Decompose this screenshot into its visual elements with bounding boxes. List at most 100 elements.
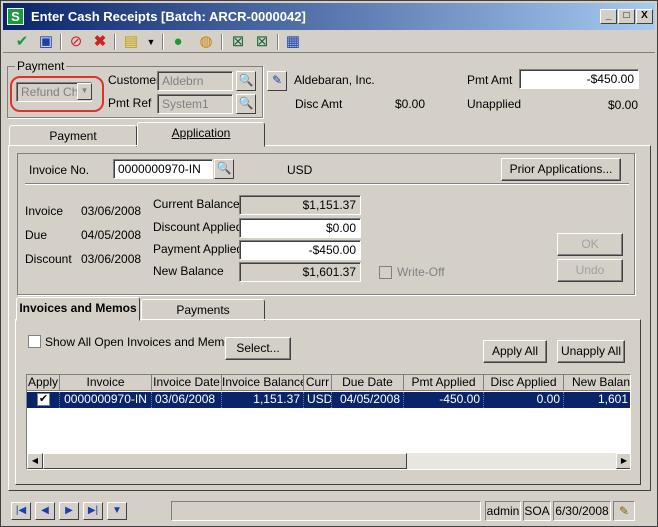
discount-applied-field[interactable]: $0.00	[239, 218, 361, 238]
customer-name: Aldebaran, Inc.	[294, 73, 375, 87]
apply-cell[interactable]: ✔	[27, 392, 60, 408]
window-title: Enter Cash Receipts [Batch: ARCR-0000042…	[31, 9, 306, 24]
toolbar-separator	[277, 34, 279, 50]
toolbar: ✔ ▣ ⊘ ✖ ▤ ▼ ● ◍ ⊠ ⊠ ▦	[3, 31, 655, 53]
scrollbar-thumb[interactable]	[43, 453, 407, 469]
column-header-curr[interactable]: Curr	[304, 375, 332, 391]
tab-invoices-and-memos[interactable]: Invoices and Memos	[16, 297, 140, 321]
undo-button[interactable]: Undo	[557, 259, 623, 282]
show-all-checkbox[interactable]	[28, 335, 41, 348]
pmt-amt-field[interactable]: -$450.00	[519, 69, 639, 89]
current-balance-field: $1,151.37	[239, 195, 361, 215]
main-window: S Enter Cash Receipts [Batch: ARCR-00000…	[0, 0, 658, 527]
save-icon[interactable]: ▣	[37, 33, 55, 51]
tab-payments[interactable]: Payments	[141, 299, 265, 321]
column-header-due-date[interactable]: Due Date	[332, 375, 404, 391]
status-date: 6/30/2008	[553, 501, 611, 521]
due-date-label: Due	[25, 228, 48, 242]
tab-application[interactable]: Application	[137, 122, 265, 147]
table-cell-due-date[interactable]: 04/05/2008	[332, 392, 404, 408]
table-cell-invoice-balance[interactable]: 1,151.37	[222, 392, 304, 408]
toolbar-separator	[221, 34, 223, 50]
minimize-button[interactable]: _	[600, 9, 617, 24]
payment-group-label: Payment	[15, 59, 67, 73]
settings-icon[interactable]: ◍	[197, 33, 215, 51]
show-all-label: Show All Open Invoices and Memos	[45, 335, 238, 349]
discount-applied-label: Discount Applied	[153, 220, 243, 234]
close-button[interactable]: X	[636, 9, 653, 24]
column-header-pmt-applied[interactable]: Pmt Applied	[404, 375, 484, 391]
discount-date-value: 03/06/2008	[81, 252, 142, 266]
notes-icon[interactable]: ▤	[122, 33, 140, 51]
search-icon[interactable]: 🔍	[214, 159, 234, 179]
status-message	[171, 501, 481, 521]
filter-icon[interactable]: ▼	[107, 502, 127, 520]
pmt-amt-label: Pmt Amt	[467, 73, 513, 87]
column-header-invoice[interactable]: Invoice	[60, 375, 152, 391]
table-cell-disc-applied[interactable]: 0.00	[484, 392, 564, 408]
tab-application-label: Application	[171, 126, 231, 140]
title-bar: S Enter Cash Receipts [Batch: ARCR-00000…	[3, 3, 655, 30]
notes-status-icon[interactable]: ✎	[613, 501, 635, 521]
prior-applications-button[interactable]: Prior Applications...	[501, 158, 621, 181]
column-header-apply[interactable]: Apply	[27, 375, 60, 391]
customer-field[interactable]: Aldebrn	[157, 71, 233, 91]
toolbar-separator	[162, 34, 164, 50]
grid-icon[interactable]: ▦	[284, 33, 302, 51]
delete-icon[interactable]: ✖	[91, 33, 109, 51]
scroll-right-icon[interactable]: ▶	[616, 453, 630, 469]
unapplied-label: Unapplied	[467, 97, 522, 111]
search-icon[interactable]: 🔍	[236, 94, 256, 114]
next-record-icon[interactable]: ▶	[59, 502, 79, 520]
apply-checkbox[interactable]: ✔	[37, 393, 50, 406]
chevron-down-icon[interactable]: ▼	[77, 83, 92, 100]
edit-customer-icon[interactable]: ✎	[267, 71, 287, 91]
table-cell-invoice-date[interactable]: 03/06/2008	[152, 392, 222, 408]
pmtref-field[interactable]: System1	[157, 94, 233, 114]
invoices-grid[interactable]: Apply Invoice Invoice Date Invoice Balan…	[26, 374, 631, 470]
select-button[interactable]: Select...	[225, 337, 291, 360]
cancel-icon[interactable]: ⊘	[67, 33, 85, 51]
previous-record-icon[interactable]: ◀	[35, 502, 55, 520]
search-icon[interactable]: 🔍	[236, 71, 256, 91]
ok-button[interactable]: OK	[557, 233, 623, 256]
new-balance-label: New Balance	[153, 264, 224, 278]
discount-date-label: Discount	[25, 252, 72, 266]
dropdown-icon[interactable]: ▼	[142, 33, 160, 51]
column-header-invoice-date[interactable]: Invoice Date	[152, 375, 222, 391]
help-icon[interactable]: ●	[169, 33, 187, 51]
write-off-checkbox[interactable]	[379, 266, 392, 279]
table-cell-pmt-applied[interactable]: -450.00	[404, 392, 484, 408]
invoice-no-label: Invoice No.	[29, 163, 90, 177]
invoice-date-label: Invoice	[25, 204, 64, 218]
new-balance-field: $1,601.37	[239, 262, 361, 282]
column-header-invoice-balance[interactable]: Invoice Balance	[222, 375, 304, 391]
status-bar: |◀ ◀ ▶ ▶| ▼ admin SOA 6/30/2008 ✎	[3, 498, 655, 524]
payment-applied-field[interactable]: -$450.00	[239, 240, 361, 260]
horizontal-scrollbar[interactable]: ◀ ▶	[27, 453, 630, 469]
invoice-no-field[interactable]: 0000000970-IN	[113, 159, 213, 179]
maximize-button[interactable]: □	[618, 9, 635, 24]
column-header-new-balance[interactable]: New Balance	[564, 375, 630, 391]
write-off-label: Write-Off	[397, 265, 445, 279]
table-cell-curr[interactable]: USD	[304, 392, 332, 408]
table-cell-new-balance[interactable]: 1,601	[564, 392, 630, 408]
disc-amt-label: Disc Amt	[295, 97, 343, 111]
last-record-icon[interactable]: ▶|	[83, 502, 103, 520]
options-icon[interactable]: ⊠	[229, 33, 247, 51]
toolbar-separator	[114, 34, 116, 50]
unapplied-value: $0.00	[608, 98, 639, 112]
tab-payment[interactable]: Payment	[9, 125, 137, 147]
status-company: SOA	[523, 501, 551, 521]
apply-all-button[interactable]: Apply All	[483, 340, 547, 363]
pmtref-label: Pmt Ref	[108, 96, 152, 110]
accept-icon[interactable]: ✔	[13, 33, 31, 51]
copy-icon[interactable]: ⊠	[253, 33, 271, 51]
first-record-icon[interactable]: |◀	[11, 502, 31, 520]
scroll-left-icon[interactable]: ◀	[27, 453, 43, 469]
table-cell-invoice[interactable]: 0000000970-IN	[60, 392, 152, 408]
toolbar-separator	[60, 34, 62, 50]
payment-applied-label: Payment Applied	[153, 242, 244, 256]
unapply-all-button[interactable]: Unapply All	[557, 340, 625, 363]
column-header-disc-applied[interactable]: Disc Applied	[484, 375, 564, 391]
